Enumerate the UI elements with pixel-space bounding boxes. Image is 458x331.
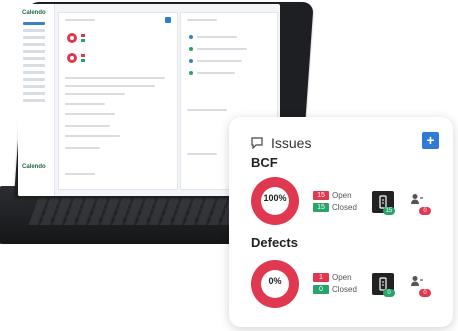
unassigned-badge-defects: 0 bbox=[419, 289, 431, 297]
mini-open-badge bbox=[81, 54, 85, 57]
nav-item[interactable] bbox=[23, 85, 45, 88]
nav-item[interactable] bbox=[23, 92, 45, 95]
row-line bbox=[65, 135, 120, 137]
activity-line bbox=[197, 36, 237, 38]
progress-ring-defects: 0% bbox=[251, 260, 299, 308]
activity-dot bbox=[189, 35, 193, 39]
nav-item[interactable] bbox=[23, 50, 45, 53]
app-logo-footer: Calendo bbox=[22, 164, 46, 170]
nav-item[interactable] bbox=[23, 57, 45, 60]
open-label-defects: Open bbox=[332, 273, 352, 282]
issues-icon bbox=[251, 137, 263, 149]
activity-dot bbox=[189, 71, 193, 75]
panel-header bbox=[65, 19, 95, 21]
row-line bbox=[187, 109, 227, 111]
row-line bbox=[65, 147, 100, 149]
percent-defects: 0% bbox=[268, 276, 282, 286]
row-line bbox=[65, 103, 105, 105]
person-icon bbox=[411, 276, 423, 286]
row-line bbox=[65, 85, 155, 87]
keyboard bbox=[28, 195, 260, 225]
add-issue-button[interactable]: + bbox=[422, 132, 439, 149]
nav-item[interactable] bbox=[23, 43, 45, 46]
nav-item[interactable] bbox=[23, 64, 45, 67]
progress-ring-bcf: 100% bbox=[251, 177, 299, 225]
assigned-badge-bcf: 15 bbox=[383, 207, 395, 215]
card-title: Issues bbox=[271, 135, 312, 151]
activity-dot bbox=[189, 47, 193, 51]
activity-dot bbox=[189, 59, 193, 63]
issues-card: Issues + BCF 100% 15 Open 15 Closed 15 0… bbox=[229, 117, 453, 327]
nav-item[interactable] bbox=[23, 99, 45, 102]
row-line bbox=[187, 153, 217, 155]
mini-closed-badge bbox=[81, 59, 85, 62]
section-label-defects: Defects bbox=[251, 235, 298, 250]
mini-closed-badge bbox=[81, 39, 85, 42]
row-line bbox=[65, 113, 115, 115]
app-sidebar: Calendo Calendo bbox=[18, 4, 55, 196]
app-logo: Calendo bbox=[22, 10, 46, 16]
row-line bbox=[65, 77, 165, 79]
closed-count-defects: 0 bbox=[313, 285, 329, 294]
panel-header bbox=[187, 19, 217, 21]
activity-line bbox=[197, 72, 235, 74]
mini-open-badge bbox=[81, 34, 85, 37]
assigned-badge-defects: 0 bbox=[383, 289, 395, 297]
row-line bbox=[65, 173, 95, 175]
row-line bbox=[65, 93, 125, 95]
closed-count-bcf: 15 bbox=[313, 203, 329, 212]
mini-add-button[interactable] bbox=[165, 17, 171, 23]
section-label-bcf: BCF bbox=[251, 155, 278, 170]
open-count-bcf: 15 bbox=[313, 191, 329, 200]
closed-label-defects: Closed bbox=[332, 285, 357, 294]
mini-ring bbox=[67, 33, 77, 43]
app-main-panel bbox=[58, 12, 178, 190]
nav-item[interactable] bbox=[23, 71, 45, 74]
unassigned-badge-bcf: 0 bbox=[419, 207, 431, 215]
closed-label-bcf: Closed bbox=[332, 203, 357, 212]
person-icon bbox=[411, 194, 423, 204]
open-count-defects: 1 bbox=[313, 273, 329, 282]
activity-line bbox=[197, 60, 242, 62]
card-header: Issues bbox=[251, 135, 311, 151]
nav-item[interactable] bbox=[23, 78, 45, 81]
activity-line bbox=[197, 48, 247, 50]
row-line bbox=[65, 125, 110, 127]
open-label-bcf: Open bbox=[332, 191, 352, 200]
mini-ring bbox=[67, 53, 77, 63]
nav-item[interactable] bbox=[23, 29, 45, 32]
nav-item[interactable] bbox=[23, 22, 45, 25]
percent-bcf: 100% bbox=[263, 193, 287, 203]
nav-item[interactable] bbox=[23, 36, 45, 39]
